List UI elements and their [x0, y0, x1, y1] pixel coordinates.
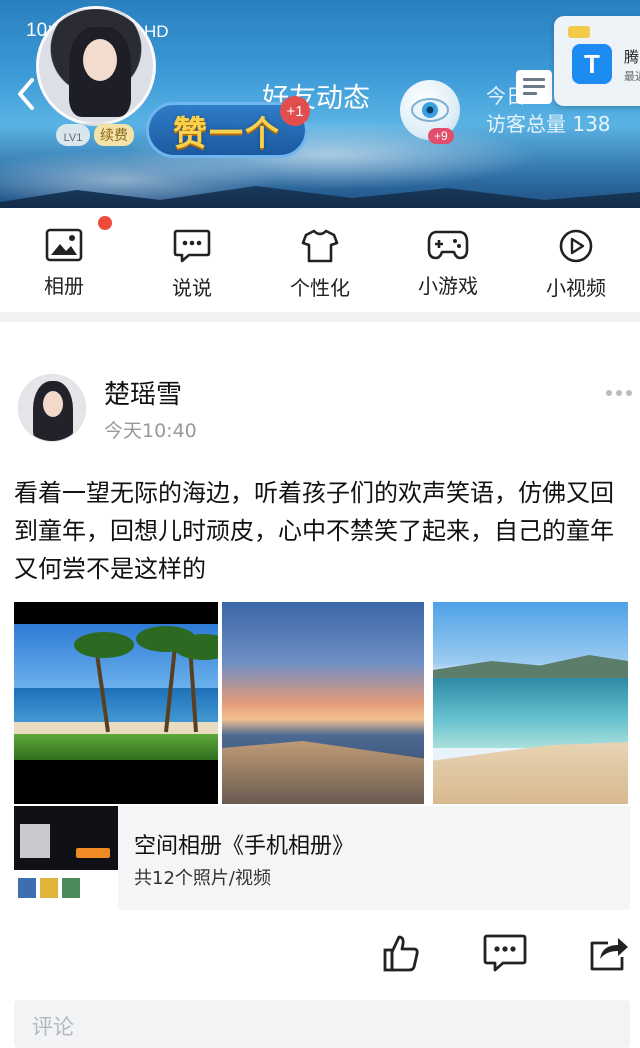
- widget-subtitle: 最近: [624, 70, 640, 83]
- level-badge[interactable]: LV1 续费: [56, 124, 134, 146]
- renew-badge[interactable]: 续费: [94, 124, 134, 146]
- album-thumbnail: [14, 806, 118, 910]
- comment-placeholder: 评论: [32, 1015, 74, 1039]
- quick-nav-videos[interactable]: 小视频: [512, 208, 640, 312]
- notification-dot: [98, 216, 112, 230]
- post-text: 看着一望无际的海边，听着孩子们的欢声笑语，仿佛又回到童年，回想儿时顽皮，心中不禁…: [14, 479, 614, 583]
- user-avatar[interactable]: [36, 6, 156, 126]
- quick-nav-album[interactable]: 相册: [0, 208, 128, 312]
- quick-nav-shuoshuo[interactable]: 说说: [128, 208, 256, 312]
- chat-icon: [173, 229, 211, 263]
- quick-nav-label: 个性化: [290, 276, 350, 300]
- more-dot: [616, 390, 622, 396]
- album-title: 空间相册《手机相册》: [134, 834, 355, 859]
- like-button[interactable]: [378, 930, 424, 976]
- post-time: 今天10:40: [104, 420, 197, 442]
- like-icon: [383, 935, 419, 972]
- quick-nav-games[interactable]: 小游戏: [384, 208, 512, 312]
- eye-icon: [411, 98, 449, 122]
- more-dot: [626, 390, 632, 396]
- quick-nav-personalize[interactable]: 个性化: [256, 208, 384, 312]
- sunset-beach-photo[interactable]: [222, 602, 424, 804]
- tshirt-icon: [301, 229, 339, 263]
- plus-one-badge: +1: [280, 96, 310, 126]
- widget-title: 腾: [624, 48, 640, 66]
- comment-button[interactable]: [482, 930, 528, 976]
- video-icon: [559, 229, 593, 263]
- album-card[interactable]: 空间相册《手机相册》 共12个照片/视频: [14, 806, 630, 910]
- floating-app-widget[interactable]: T 腾 最近: [554, 16, 640, 106]
- photo-icon: [45, 228, 83, 262]
- quick-nav-label: 小视频: [546, 276, 606, 300]
- post-photos: [14, 602, 628, 804]
- sea-shore-photo[interactable]: [433, 602, 628, 804]
- tencent-logo-icon: T: [572, 44, 612, 84]
- share-icon: [590, 938, 628, 971]
- more-options-button[interactable]: [606, 390, 632, 396]
- post-author-name[interactable]: 楚瑶雪: [104, 374, 182, 411]
- gamepad-icon: [427, 230, 469, 260]
- widget-tag: [568, 26, 590, 38]
- level-cloud-icon: LV1: [56, 124, 90, 146]
- total-visits: 访客总量 138: [486, 112, 611, 136]
- quick-nav-label: 相册: [44, 274, 84, 298]
- message-icon[interactable]: [516, 70, 552, 104]
- quick-nav-label: 小游戏: [418, 274, 478, 298]
- share-button[interactable]: [586, 930, 632, 976]
- album-count: 共12个照片/视频: [134, 868, 271, 889]
- beach-palms-photo[interactable]: [14, 602, 218, 804]
- comment-icon: [483, 934, 527, 972]
- post-author-avatar[interactable]: [18, 374, 86, 442]
- quick-nav-label: 说说: [172, 276, 212, 300]
- comment-input[interactable]: 评论: [14, 1000, 630, 1048]
- like-profile-label: 赞一个: [173, 113, 281, 154]
- post-actions: [0, 930, 640, 980]
- section-divider: [0, 312, 640, 322]
- quick-nav: 相册 说说 个性化 小游戏 小视频: [0, 208, 640, 312]
- more-dot: [606, 390, 612, 396]
- visitor-count-badge: +9: [428, 128, 454, 144]
